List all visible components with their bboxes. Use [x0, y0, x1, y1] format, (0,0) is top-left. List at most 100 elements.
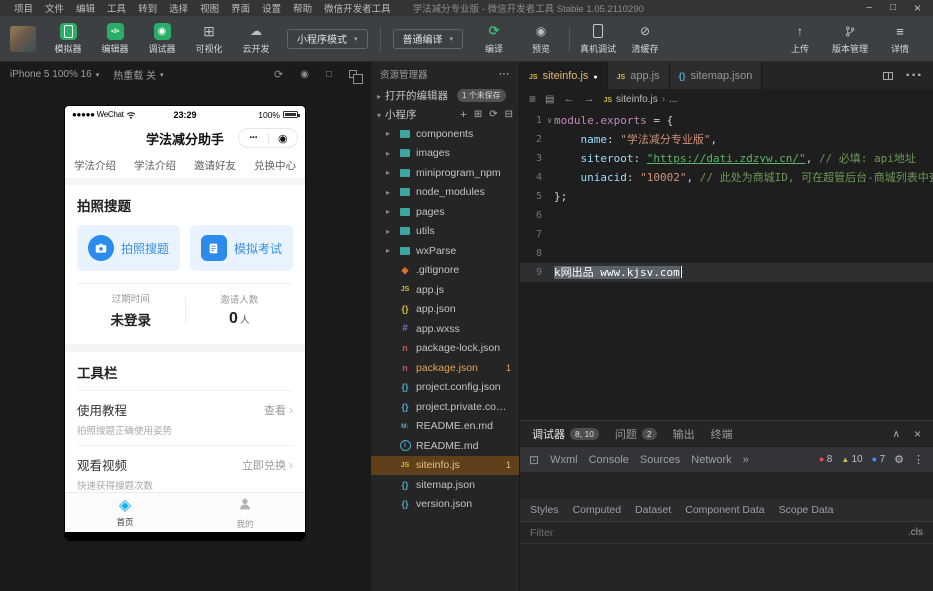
menu-item[interactable]: 项目: [8, 1, 39, 15]
bookmark-icon[interactable]: [545, 94, 554, 105]
menu-item[interactable]: 文件: [39, 1, 70, 15]
restart-icon[interactable]: [274, 68, 283, 81]
collapse-all-icon[interactable]: [505, 109, 513, 120]
inspector-subtab[interactable]: Component Data: [685, 504, 764, 516]
code-line[interactable]: 2 name: "学法减分专业版",: [520, 130, 933, 149]
photo-search-button[interactable]: 拍照搜题: [77, 225, 180, 271]
menu-item[interactable]: 转到: [132, 1, 163, 15]
tree-row[interactable]: app.wxss: [371, 319, 519, 339]
inspector-subtab[interactable]: Computed: [573, 504, 621, 516]
inspector-subtab[interactable]: Dataset: [635, 504, 671, 516]
device-select[interactable]: iPhone 5 100% 16: [10, 69, 99, 80]
inspector-subtab[interactable]: Styles: [530, 504, 559, 516]
compile-button[interactable]: 编译: [475, 23, 513, 55]
close-panel-icon[interactable]: [914, 427, 921, 441]
tree-row[interactable]: utils: [371, 222, 519, 242]
more-actions-icon[interactable]: [499, 69, 510, 80]
project-root-row[interactable]: 小程序: [371, 105, 519, 124]
maximize-button[interactable]: [890, 3, 896, 13]
menu-item[interactable]: 视图: [194, 1, 225, 15]
mock-exam-button[interactable]: 模拟考试: [190, 225, 293, 271]
tree-row[interactable]: version.json: [371, 495, 519, 515]
upload-button[interactable]: 上传: [781, 23, 819, 55]
tab-item[interactable]: 学法介绍: [74, 158, 116, 173]
tree-row[interactable]: README.md: [371, 436, 519, 456]
style-filter-input[interactable]: [530, 526, 900, 539]
back-icon[interactable]: [563, 93, 574, 105]
cloud-dev-button[interactable]: 云开发: [237, 23, 275, 55]
menu-item[interactable]: 设置: [256, 1, 287, 15]
tree-row[interactable]: package.json 1: [371, 358, 519, 378]
debugger-tab[interactable]: 终端: [711, 426, 733, 442]
kebab-menu-icon[interactable]: [913, 453, 924, 466]
debugger-tab[interactable]: 输出: [673, 426, 695, 442]
more-tabs-icon[interactable]: [743, 454, 749, 466]
menu-item[interactable]: 工具: [101, 1, 132, 15]
menu-item[interactable]: 选择: [163, 1, 194, 15]
error-count-badge[interactable]: 8: [819, 454, 833, 465]
forward-icon[interactable]: [583, 93, 594, 105]
devtools-tab[interactable]: Sources: [640, 454, 680, 466]
code-editor[interactable]: 1 module.exports = { 2 name: "学法减分专业版", …: [520, 109, 933, 420]
debugger-tab[interactable]: 调试器 8, 10: [532, 426, 599, 442]
visualizer-toggle[interactable]: 可视化: [190, 23, 228, 55]
code-line[interactable]: 3 siteroot: "https://dati.zdzyw.cn/", //…: [520, 149, 933, 168]
record-icon[interactable]: [300, 69, 309, 80]
tree-row[interactable]: wxParse: [371, 241, 519, 261]
clear-cache-button[interactable]: 清缓存: [626, 23, 664, 55]
editor-tab-app[interactable]: app.js: [607, 62, 670, 89]
tree-row[interactable]: app.json: [371, 300, 519, 320]
tree-row[interactable]: pages: [371, 202, 519, 222]
remote-debug-button[interactable]: 真机调试: [579, 23, 617, 55]
popout-icon[interactable]: [349, 70, 363, 84]
new-file-icon[interactable]: [460, 109, 466, 121]
refresh-icon[interactable]: [489, 109, 497, 120]
code-line[interactable]: 9 k网出品 www.kjsv.com: [520, 263, 933, 282]
compile-mode-select[interactable]: 普通编译: [392, 28, 464, 49]
tabbar-item-home[interactable]: 首页: [65, 493, 185, 532]
menu-item[interactable]: 帮助: [287, 1, 318, 15]
devtools-tab[interactable]: Wxml: [550, 454, 578, 466]
tree-row[interactable]: project.config.json: [371, 378, 519, 398]
menu-item[interactable]: 界面: [225, 1, 256, 15]
mode-select[interactable]: 小程序模式: [287, 28, 368, 49]
tree-row[interactable]: package-lock.json: [371, 339, 519, 359]
tree-row[interactable]: node_modules: [371, 183, 519, 203]
styles-pane-area[interactable]: [520, 544, 933, 591]
cls-toggle[interactable]: .cls: [908, 527, 923, 538]
tree-row[interactable]: images: [371, 144, 519, 164]
close-button[interactable]: [914, 2, 921, 15]
code-line[interactable]: 5 };: [520, 187, 933, 206]
list-item[interactable]: 使用教程 查看 拍照搜题正确使用姿势: [77, 391, 293, 446]
tree-row[interactable]: siteinfo.js 1: [371, 455, 519, 475]
tree-row[interactable]: components: [371, 124, 519, 144]
warning-count-badge[interactable]: 10: [841, 454, 863, 465]
info-count-badge[interactable]: 7: [872, 454, 886, 465]
menu-item[interactable]: 微信开发者工具: [318, 1, 397, 15]
menu-item[interactable]: 编辑: [70, 1, 101, 15]
tree-row[interactable]: app.js: [371, 280, 519, 300]
editor-tab-siteinfo[interactable]: siteinfo.js: [520, 62, 608, 89]
preview-button[interactable]: 预览: [522, 23, 560, 55]
wxml-tree-area[interactable]: [520, 473, 933, 499]
editor-tab-sitemap[interactable]: sitemap.json: [669, 62, 763, 89]
code-line[interactable]: 1 module.exports = {: [520, 111, 933, 130]
editor-toggle[interactable]: 编辑器: [96, 22, 134, 55]
outline-icon[interactable]: [529, 92, 536, 106]
tab-item[interactable]: 兑换中心: [254, 158, 296, 173]
simulator-toggle[interactable]: 模拟器: [49, 22, 87, 55]
tree-row[interactable]: project.private.config.js...: [371, 397, 519, 417]
hot-reload-select[interactable]: 热重载 关: [113, 67, 163, 82]
tabbar-item-mine[interactable]: 我的: [185, 493, 305, 532]
details-button[interactable]: 详情: [881, 23, 919, 55]
code-line[interactable]: 6: [520, 206, 933, 225]
tree-row[interactable]: sitemap.json: [371, 475, 519, 495]
inspector-subtab[interactable]: Scope Data: [779, 504, 834, 516]
split-editor-icon[interactable]: [882, 71, 893, 80]
tree-row[interactable]: miniprogram_npm: [371, 163, 519, 183]
gear-icon[interactable]: [894, 453, 904, 466]
code-line[interactable]: 8: [520, 244, 933, 263]
debugger-tab[interactable]: 问题 2: [615, 426, 657, 442]
minimize-button[interactable]: [866, 3, 872, 13]
version-control-button[interactable]: 版本管理: [831, 23, 869, 55]
